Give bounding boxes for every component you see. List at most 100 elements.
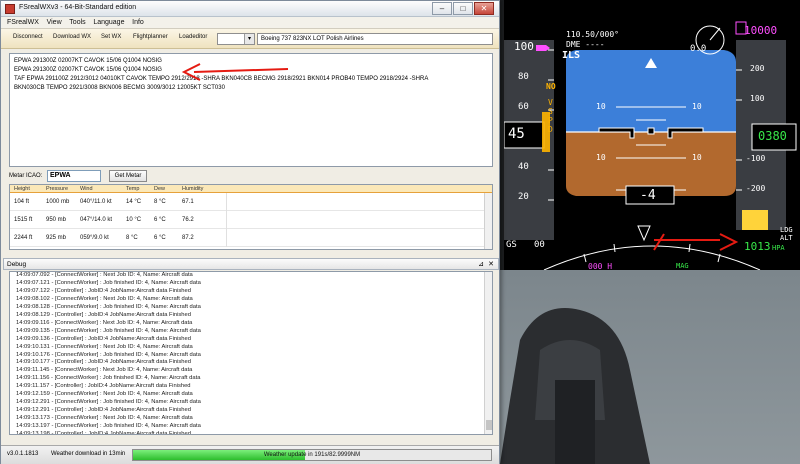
pfd-selected-altitude: 10000 [744, 24, 778, 37]
alt-tape-label: 100 [750, 94, 765, 103]
loadeditor-button[interactable]: Loadeditor [179, 34, 207, 40]
cell-temp: 8 °C [126, 235, 138, 241]
alt-tape-label: 200 [750, 64, 765, 73]
pfd-mag: MAG [676, 262, 689, 270]
cell-dew: 6 °C [154, 235, 166, 241]
menu-tools[interactable]: Tools [69, 17, 85, 29]
pitch-label: 10 [596, 153, 606, 162]
speed-tape-label: 80 [518, 72, 529, 82]
debug-title: Debug [7, 261, 27, 268]
log-line: 14:09:07.122 - [Controller] : JobID:4 Jo… [16, 287, 191, 294]
disconnect-button[interactable]: Disconnect [13, 34, 43, 40]
debug-close-icon[interactable]: ✕ [488, 260, 494, 268]
cell-dew: 8 °C [154, 199, 166, 205]
weather-update-progress: Weather update in 191s/82.9999NM [132, 449, 492, 461]
cell-height: 1515 ft [14, 217, 33, 223]
aircraft-field[interactable]: Boeing 737 823NX LOT Polish Airlines [257, 33, 493, 45]
pfd-heading-h: 000 H [588, 262, 613, 271]
pin-icon[interactable]: ⊿ [478, 260, 484, 268]
log-line: 14:09:08.128 - [ConnectWorker] : Job fin… [16, 303, 201, 310]
pfd-graphics [503, 21, 797, 271]
pfd-gs-readout: 0.0 [690, 44, 707, 54]
table-header: Height Pressure Wind Temp Dew Humidity [10, 185, 492, 193]
column-divider [226, 211, 227, 229]
menu-fsrealwx[interactable]: FSrealWX [7, 17, 39, 29]
pfd-no-flag: NO [546, 82, 556, 91]
header-height: Height [14, 186, 30, 192]
header-wind: Wind [80, 186, 93, 192]
cell-pressure: 925 mb [46, 235, 67, 241]
header-dew: Dew [154, 186, 166, 192]
menu-view[interactable]: View [47, 17, 62, 29]
log-line: 14:09:09.116 - [ConnectWorker] : Next Jo… [16, 319, 193, 326]
header-temp: Temp [126, 186, 140, 192]
pfd-gs-value: 00 [534, 240, 545, 250]
download-wx-button[interactable]: Download WX [53, 34, 91, 40]
primary-flight-display: 100 10000 110.50/000° DME ---- ILS 0.0 8… [503, 0, 800, 271]
log-line: 14:09:13.198 - [Controller] : JobID:4 Jo… [16, 431, 191, 435]
close-button[interactable]: ✕ [474, 2, 494, 15]
get-metar-button[interactable]: Get Metar [109, 170, 147, 182]
download-status: Weather download in 13min [51, 451, 126, 457]
metar-text-box[interactable]: EPWA 291300Z 02007KT CAVOK 15/06 Q1004 N… [9, 53, 493, 167]
pfd-altitude-box: 0380 [758, 129, 787, 143]
icao-row: Metar ICAO: EPWA Get Metar [9, 169, 493, 183]
cell-pressure: 950 mb [46, 217, 67, 223]
pfd-vnav: 110.50/000° [566, 30, 619, 39]
log-line: 14:09:11.157 - [Controller] : JobID:4 Jo… [16, 383, 191, 390]
debug-log[interactable]: 14:09:07.092 - [ConnectWorker] : Next Jo… [9, 271, 493, 435]
taf-line: BKN030CB TEMPO 2921/3008 BKN006 BECMG 30… [14, 85, 225, 91]
status-bar: v3.0.1.1813 Weather download in 13min We… [1, 445, 499, 464]
cell-height: 2244 ft [14, 235, 33, 241]
cell-humidity: 76.2 [182, 217, 194, 223]
log-scrollbar[interactable] [484, 272, 492, 434]
cell-temp: 14 °C [126, 199, 142, 205]
pfd-baro-unit: HPA [772, 244, 785, 252]
scroll-thumb[interactable] [486, 420, 492, 430]
pitch-label: 10 [596, 102, 606, 111]
cell-pressure: 1000 mb [46, 199, 70, 205]
table-row[interactable]: 104 ft 1000 mb 040°/11.0 kt 14 °C 8 °C 6… [10, 193, 492, 211]
log-line: 14:09:08.129 - [Controller] : JobID:4 Jo… [16, 311, 191, 318]
log-line: 14:09:07.092 - [ConnectWorker] : Next Jo… [16, 272, 193, 278]
menu-info[interactable]: Info [132, 17, 144, 29]
pfd-speed-box: 45 [508, 126, 525, 142]
log-line: 14:09:10.177 - [Controller] : JobID:4 Jo… [16, 359, 191, 366]
log-line: 14:09:11.145 - [ConnectWorker] : Next Jo… [16, 367, 193, 374]
red-arrow-annotation [181, 63, 289, 81]
log-line: 14:09:13.197 - [ConnectWorker] : Job fin… [16, 423, 201, 430]
profile-dropdown[interactable]: ▾ [217, 33, 255, 45]
pfd-alt-label: ALT [780, 234, 793, 242]
flightplanner-button[interactable]: Flightplanner [133, 34, 168, 40]
log-line: 14:09:09.136 - [Controller] : JobID:4 Jo… [16, 335, 191, 342]
set-wx-button[interactable]: Set WX [101, 34, 121, 40]
log-line: 14:09:07.121 - [ConnectWorker] : Job fin… [16, 279, 201, 286]
pfd-dme: DME ---- [566, 40, 605, 49]
cell-wind: 047°/14.0 kt [80, 217, 113, 223]
log-line: 14:09:08.102 - [ConnectWorker] : Next Jo… [16, 295, 193, 302]
log-line: 14:09:13.173 - [ConnectWorker] : Next Jo… [16, 415, 193, 422]
cell-humidity: 67.1 [182, 199, 194, 205]
column-divider [226, 229, 227, 247]
weather-layers-table: Height Pressure Wind Temp Dew Humidity 1… [9, 184, 493, 250]
maximize-button[interactable]: □ [453, 2, 473, 15]
pfd-speed-target: 100 [514, 40, 534, 53]
minimize-button[interactable]: – [432, 2, 452, 15]
header-humidity: Humidity [182, 186, 204, 192]
log-line: 14:09:12.291 - [ConnectWorker] : Job fin… [16, 399, 201, 406]
table-row[interactable]: 1515 ft 950 mb 047°/14.0 kt 10 °C 6 °C 7… [10, 211, 492, 229]
title-bar[interactable]: FSrealWXv3 - 64-Bit-Standard edition – □… [1, 1, 499, 17]
table-row[interactable]: 2244 ft 925 mb 059°/9.0 kt 8 °C 6 °C 87.… [10, 229, 492, 247]
chevron-down-icon: ▾ [244, 34, 254, 44]
alt-tape-label: -200 [746, 184, 766, 193]
version-label: v3.0.1.1813 [7, 451, 39, 457]
alt-tape-label: -100 [746, 154, 766, 163]
yoke-image [500, 308, 650, 464]
icao-input[interactable]: EPWA [47, 170, 101, 182]
menu-language[interactable]: Language [93, 17, 124, 29]
log-line: 14:09:10.131 - [ConnectWorker] : Next Jo… [16, 343, 193, 350]
table-scrollbar[interactable] [484, 193, 492, 249]
cell-dew: 6 °C [154, 217, 166, 223]
window-title: FSrealWXv3 - 64-Bit-Standard edition [19, 4, 137, 11]
icao-label: Metar ICAO: [9, 173, 43, 179]
